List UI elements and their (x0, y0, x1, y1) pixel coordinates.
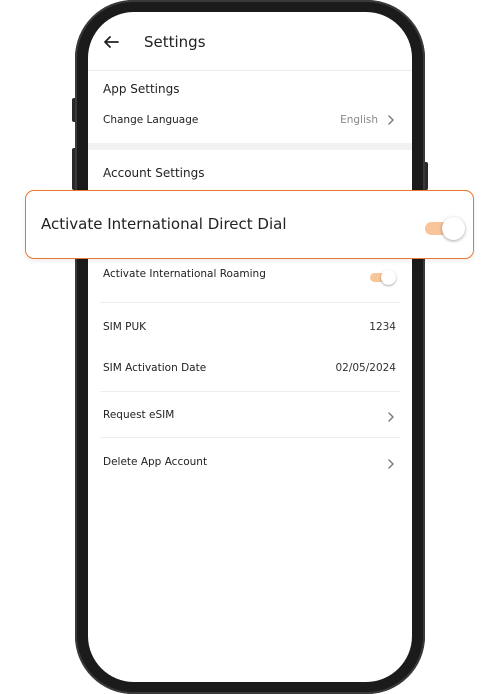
language-value: English (340, 114, 378, 126)
intl-direct-dial-highlight[interactable]: Activate International Direct Dial (25, 190, 474, 259)
toggle-knob (381, 270, 396, 285)
arrow-left-icon[interactable] (103, 34, 119, 50)
sim-puk-label: SIM PUK (103, 321, 147, 333)
section-app-settings: App Settings (103, 82, 180, 96)
chevron-right-icon (388, 459, 394, 469)
app-header: Settings (88, 12, 412, 71)
intl-roaming-toggle[interactable] (370, 270, 396, 285)
phone-screen: Settings App Settings Change Language En… (88, 12, 412, 682)
intl-roaming-label: Activate International Roaming (103, 268, 266, 280)
toggle-knob (442, 217, 465, 240)
intl-direct-dial-label: Activate International Direct Dial (41, 215, 287, 233)
section-divider-band (88, 143, 412, 150)
row-divider (100, 437, 400, 438)
sim-activation-date-value: 02/05/2024 (335, 362, 396, 374)
intl-direct-dial-toggle[interactable] (425, 217, 465, 241)
sim-puk-value: 1234 (369, 321, 396, 333)
row-divider (100, 302, 400, 303)
section-account-settings: Account Settings (103, 166, 205, 180)
chevron-right-icon (388, 115, 394, 125)
chevron-right-icon (388, 412, 394, 422)
page-title: Settings (144, 33, 206, 51)
request-esim-label: Request eSIM (103, 409, 175, 421)
change-language-label: Change Language (103, 114, 199, 126)
sim-activation-date-label: SIM Activation Date (103, 362, 207, 374)
delete-account-label: Delete App Account (103, 456, 208, 468)
row-divider (100, 391, 400, 392)
